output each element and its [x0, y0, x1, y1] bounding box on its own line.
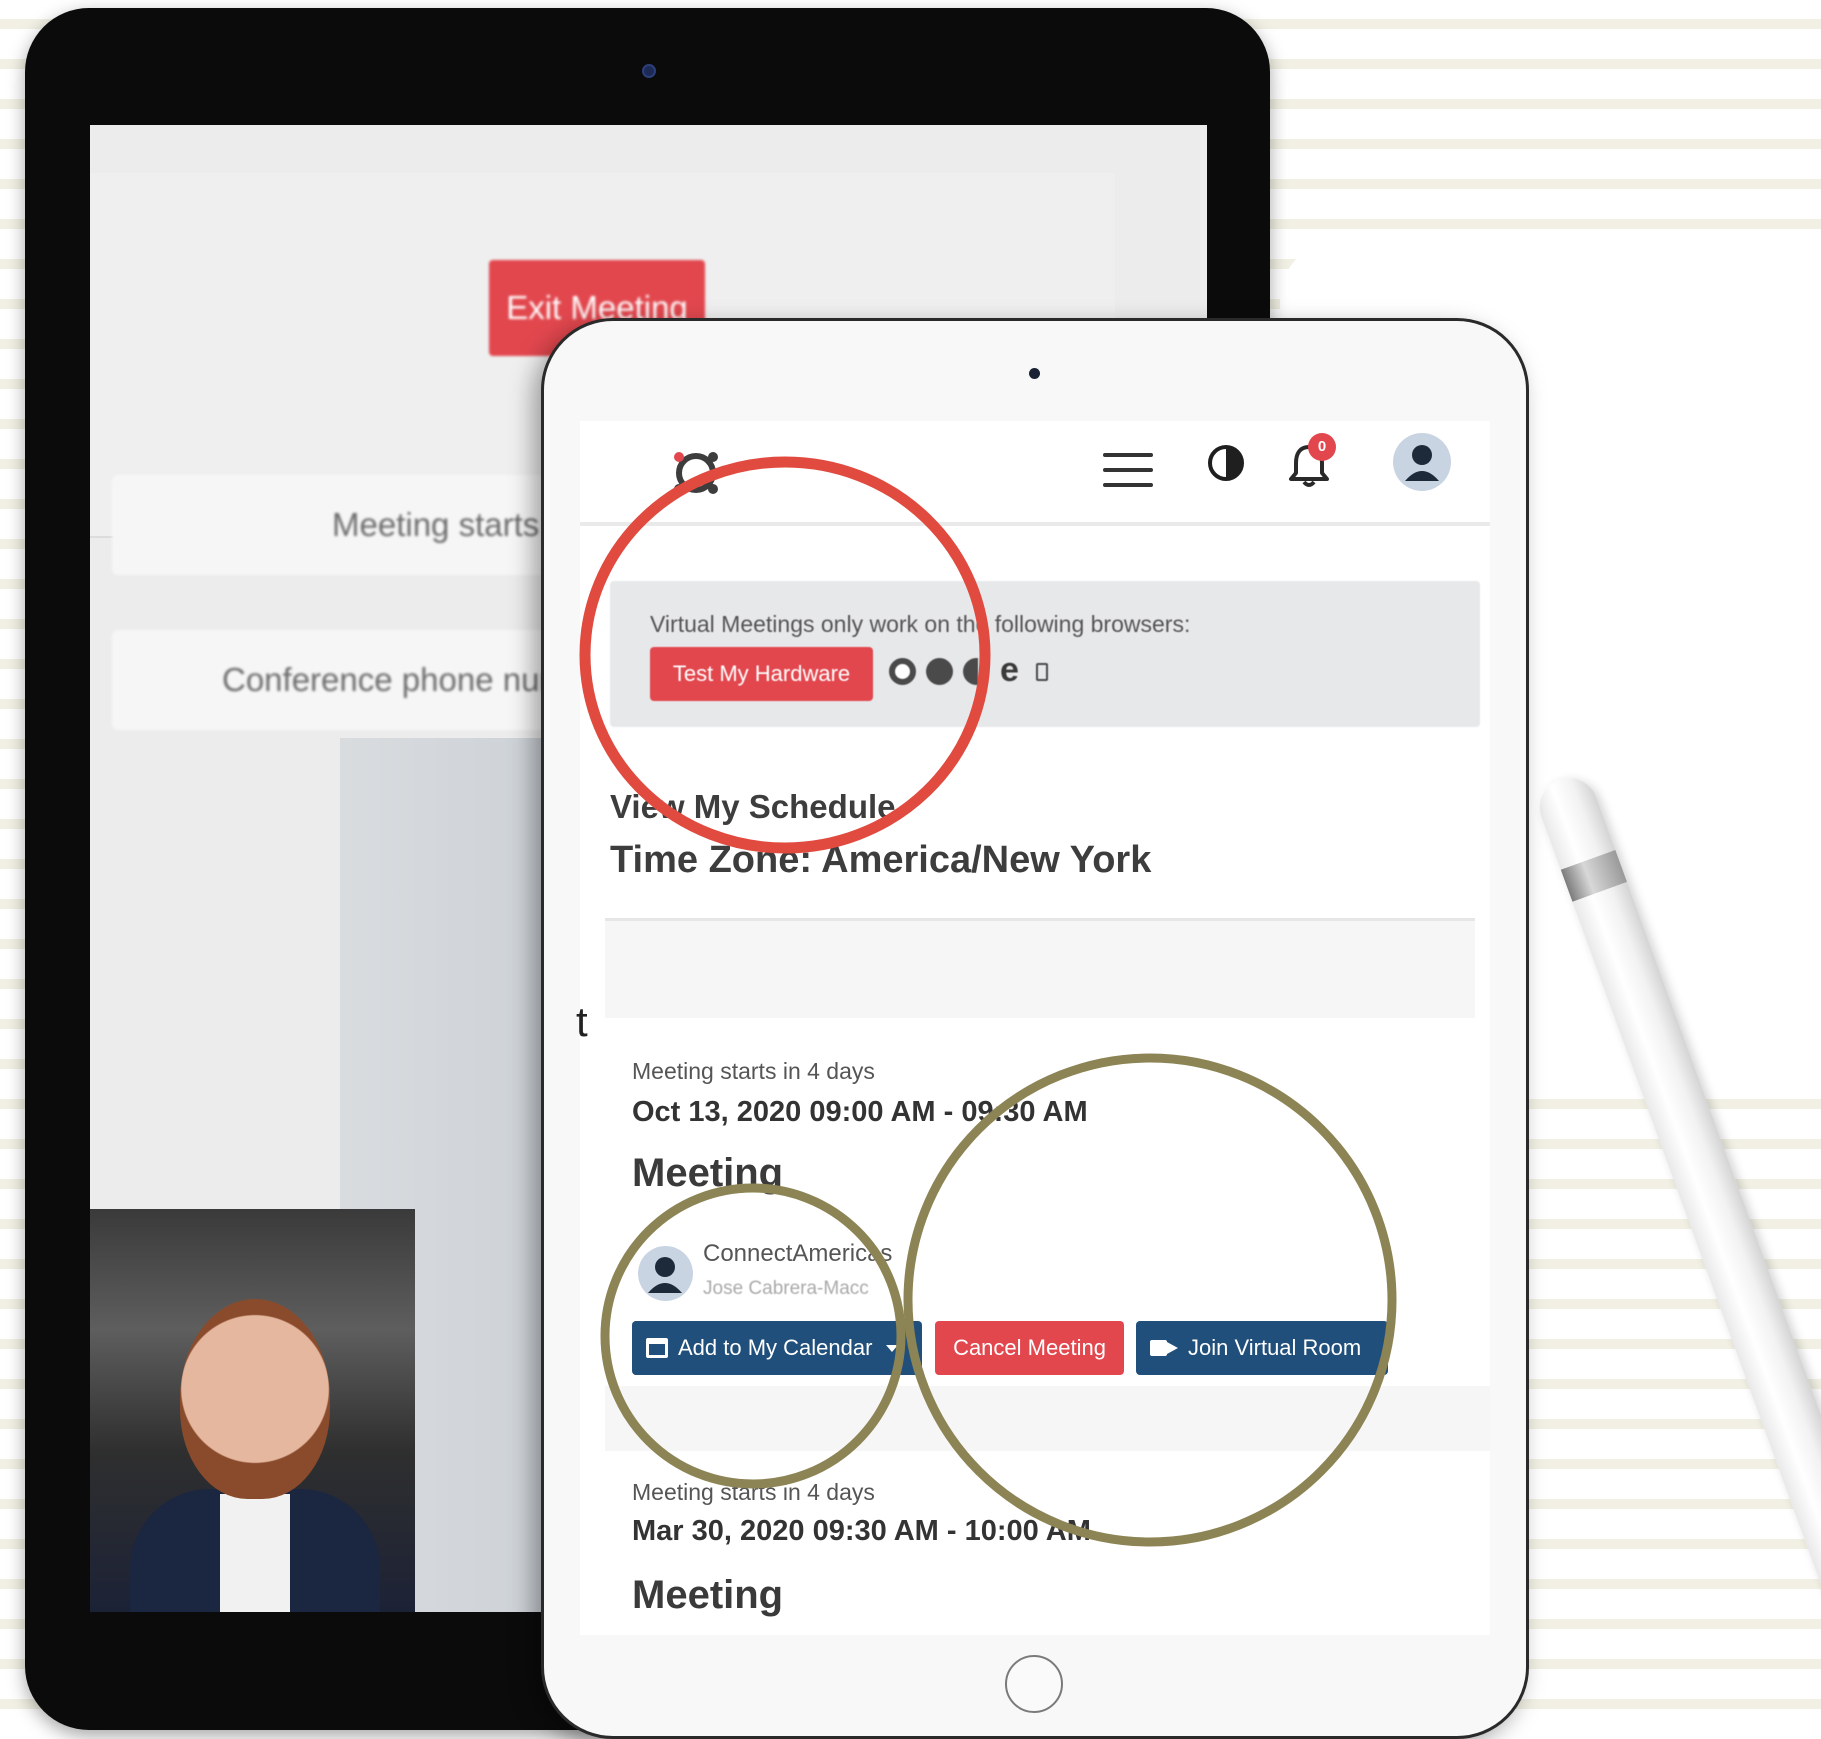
time-zone-label: Time Zone: America/New York	[610, 839, 1152, 881]
chrome-icon	[889, 658, 916, 685]
section-gap	[605, 921, 1475, 1018]
self-view-face	[180, 1299, 330, 1499]
meeting-title: Meeting	[632, 1151, 784, 1195]
opera-icon	[1036, 662, 1048, 681]
host-contact: Jose Cabrera-Macc	[703, 1278, 869, 1299]
calendar-icon	[646, 1338, 668, 1358]
back-tablet-camera	[642, 64, 656, 78]
meeting-title: Meeting	[632, 1573, 784, 1617]
self-view-shirt	[220, 1494, 290, 1612]
pencil-band	[1560, 849, 1627, 902]
contrast-icon[interactable]	[1208, 445, 1244, 481]
conference-phone-text: Conference phone numb	[222, 661, 586, 698]
home-button[interactable]	[1005, 1655, 1063, 1713]
meeting-starts-text: Meeting starts	[332, 506, 540, 543]
add-to-calendar-label: Add to My Calendar	[678, 1335, 873, 1360]
host-name: ConnectAmericas	[703, 1240, 893, 1267]
add-to-calendar-button[interactable]: Add to My Calendar	[632, 1321, 922, 1375]
schedule-title: View My Schedule	[610, 788, 896, 825]
join-virtual-room-label: Join Virtual Room	[1188, 1335, 1362, 1360]
card-gap	[605, 1386, 1490, 1451]
safari-icon	[963, 658, 990, 685]
meeting-starts-in: Meeting starts in 4 days	[632, 1479, 875, 1505]
join-virtual-room-button[interactable]: Join Virtual Room	[1136, 1321, 1388, 1375]
chevron-down-icon	[886, 1344, 899, 1352]
app-header: 0	[580, 421, 1490, 526]
browser-support-text: Virtual Meetings only work on the follow…	[650, 611, 1191, 637]
test-hardware-button[interactable]: Test My Hardware	[650, 647, 873, 701]
browser-icons: e	[889, 651, 1048, 689]
meeting-date-range: Mar 30, 2020 09:30 AM - 10:00 AM	[632, 1515, 1091, 1547]
user-avatar-icon[interactable]	[1393, 433, 1451, 491]
hamburger-menu-icon[interactable]	[1103, 453, 1153, 489]
stray-text: t	[576, 998, 588, 1045]
firefox-icon	[926, 658, 953, 685]
video-camera-icon	[1150, 1338, 1178, 1358]
logo-icon[interactable]	[668, 443, 724, 499]
meeting-card: Meeting starts in 4 days Mar 30, 2020 09…	[605, 1451, 1490, 1635]
browser-support-banner: Virtual Meetings only work on the follow…	[610, 581, 1480, 727]
front-tablet-screen: 0 Virtual Meetings only work on the foll…	[580, 421, 1490, 1635]
notification-badge: 0	[1308, 433, 1336, 461]
meeting-card: Meeting starts in 4 days Oct 13, 2020 09…	[605, 1018, 1490, 1386]
self-view-video	[90, 1209, 415, 1612]
host-avatar-icon	[638, 1246, 693, 1301]
edge-icon: e	[1000, 651, 1019, 689]
cancel-meeting-button[interactable]: Cancel Meeting	[935, 1321, 1124, 1375]
meeting-date-range: Oct 13, 2020 09:00 AM - 09:30 AM	[632, 1096, 1088, 1128]
front-tablet-camera	[1029, 368, 1040, 379]
meeting-starts-in: Meeting starts in 4 days	[632, 1058, 875, 1084]
